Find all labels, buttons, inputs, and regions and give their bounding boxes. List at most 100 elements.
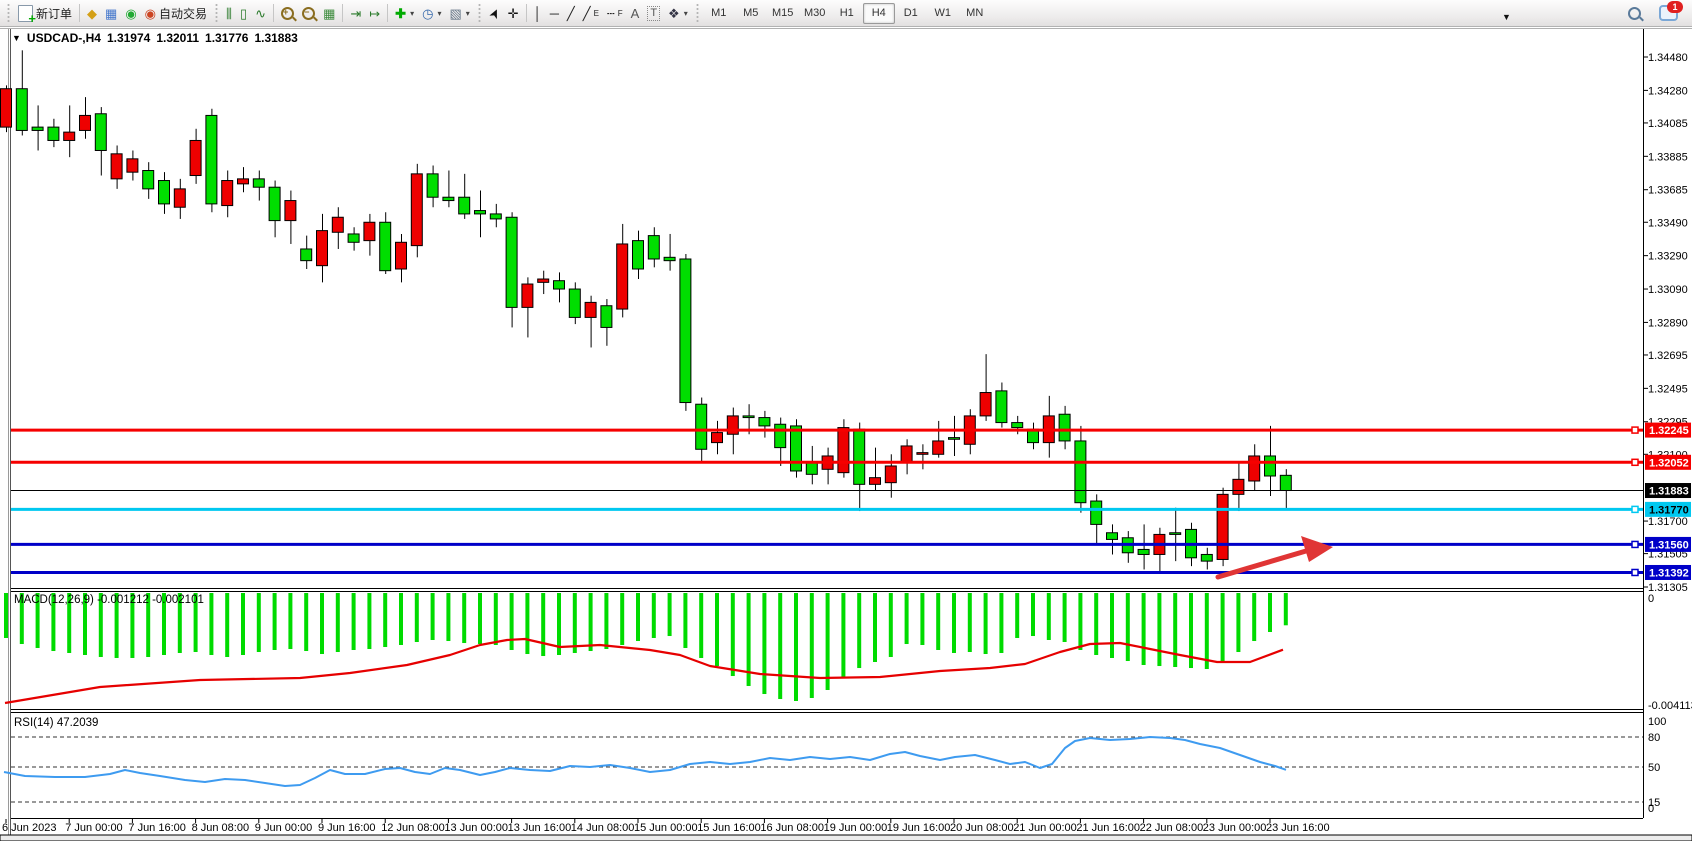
rsi-level-label: 80 xyxy=(1648,732,1660,744)
candle-body xyxy=(1249,456,1260,481)
macd-histogram-bar xyxy=(984,593,988,654)
time-tick-label: 21 Jun 00:00 xyxy=(1013,822,1077,834)
crosshair-button[interactable]: ✛ xyxy=(504,2,523,24)
horizontal-line-button[interactable]: ─ xyxy=(546,2,563,24)
candle-body xyxy=(1265,456,1276,476)
toolbar-overflow-icon[interactable]: ▼ xyxy=(1502,12,1511,22)
candle-body xyxy=(490,214,501,219)
candle-body xyxy=(1280,475,1291,490)
candlestick-icon: ▯ xyxy=(240,7,247,20)
trendline-button[interactable]: ╱ xyxy=(563,2,579,24)
autotrading-label: 自动交易 xyxy=(159,5,207,22)
autotrading-button[interactable]: ◉ 自动交易 xyxy=(141,2,211,24)
new-order-label: 新订单 xyxy=(36,5,72,22)
notification-badge: 1 xyxy=(1667,1,1683,13)
diamond-icon: ◆ xyxy=(87,7,97,20)
time-axis: 6 Jun 20237 Jun 00:007 Jun 16:008 Jun 08… xyxy=(2,819,1330,834)
vertical-line-button[interactable]: │ xyxy=(530,2,546,24)
chart-shift-button[interactable]: ↦ xyxy=(365,2,384,24)
macd-panel[interactable] xyxy=(4,593,1288,703)
line-chart-button[interactable]: ∿ xyxy=(251,2,270,24)
line-handle[interactable] xyxy=(1632,427,1638,433)
toolbar-grip[interactable] xyxy=(214,4,219,22)
zoom-out-button[interactable]: − xyxy=(298,2,319,24)
chevron-down-icon: ▾ xyxy=(437,9,441,18)
price-tick-label: 1.33290 xyxy=(1648,251,1688,263)
candle-body xyxy=(949,438,960,440)
macd-histogram-bar xyxy=(620,593,624,645)
macd-histogram-bar xyxy=(905,593,909,644)
chevron-down-icon: ▾ xyxy=(684,9,688,18)
candle-body xyxy=(1217,494,1228,559)
line-handle[interactable] xyxy=(1632,541,1638,547)
text-button[interactable]: A xyxy=(627,2,644,24)
zoom-in-button[interactable]: + xyxy=(277,2,298,24)
macd-histogram-bar xyxy=(573,593,577,653)
arrows-icon: ❖ xyxy=(668,7,680,20)
timeframe-m15[interactable]: M15 xyxy=(767,3,799,24)
charts-window-button[interactable]: ▦ xyxy=(101,2,121,24)
trend-arrow[interactable] xyxy=(1218,536,1333,577)
candle-body xyxy=(332,217,343,232)
toolbar-grip[interactable] xyxy=(477,4,482,22)
text-label-button[interactable]: T xyxy=(643,2,664,24)
toolbar-grip[interactable] xyxy=(695,4,700,22)
macd-histogram-bar xyxy=(1078,593,1082,650)
macd-histogram-bar xyxy=(1236,593,1240,652)
timeframe-m30[interactable]: M30 xyxy=(799,3,831,24)
timeframe-m1[interactable]: M1 xyxy=(703,3,735,24)
macd-histogram-bar xyxy=(273,593,277,650)
line-handle[interactable] xyxy=(1632,569,1638,575)
macd-histogram-bar xyxy=(288,593,292,649)
clock-icon: ◷ xyxy=(422,7,433,20)
arrows-button[interactable]: ❖▾ xyxy=(664,2,692,24)
timeframe-w1[interactable]: W1 xyxy=(927,3,959,24)
macd-histogram-bar xyxy=(541,593,545,656)
toolbar-grip[interactable] xyxy=(6,4,11,22)
new-order-button[interactable]: 新订单 xyxy=(14,2,76,24)
macd-histogram-bar xyxy=(999,593,1003,653)
macd-histogram-bar xyxy=(257,593,261,652)
macd-histogram-bar xyxy=(778,593,782,699)
candle-body xyxy=(617,244,628,309)
timeframe-d1[interactable]: D1 xyxy=(895,3,927,24)
timeframe-mn[interactable]: MN xyxy=(959,3,991,24)
rsi-panel[interactable] xyxy=(4,737,1286,786)
signals-button[interactable]: ◉ xyxy=(121,2,140,24)
add-indicator-button[interactable]: ✚▾ xyxy=(391,2,418,24)
macd-histogram-bar xyxy=(1268,593,1272,632)
candles-layer[interactable] xyxy=(1,50,1292,571)
periods-button[interactable]: ◷▾ xyxy=(418,2,445,24)
chart-canvas[interactable]: 1.344801.342801.340851.338851.336851.334… xyxy=(0,28,1692,841)
equidistant-channel-button[interactable]: ╱E xyxy=(579,2,603,24)
search-button[interactable] xyxy=(1624,2,1645,24)
cursor-button[interactable]: ➤ xyxy=(485,2,504,24)
bar-chart-button[interactable]: ⫼ xyxy=(222,2,236,24)
line-handle[interactable] xyxy=(1632,459,1638,465)
candle-body xyxy=(538,279,549,282)
candle-body xyxy=(159,181,170,204)
timeframe-h1[interactable]: H1 xyxy=(831,3,863,24)
chevron-down-icon: ▾ xyxy=(410,9,414,18)
macd-histogram-bar xyxy=(1173,593,1177,667)
metaeditor-button[interactable]: ◆ xyxy=(83,2,101,24)
tile-windows-button[interactable]: ▦ xyxy=(319,2,339,24)
toolbar: 新订单 ◆ ▦ ◉ ◉ 自动交易 ⫼ ▯ ∿ + − ▦ ⇥ ↦ ✚▾ ◷▾ ▧… xyxy=(0,0,1692,27)
hline-objects xyxy=(11,427,1643,575)
candlestick-button[interactable]: ▯ xyxy=(236,2,251,24)
candle-body xyxy=(1012,423,1023,428)
time-tick-label: 19 Jun 16:00 xyxy=(887,822,951,834)
bar-chart-icon: ⫼ xyxy=(226,7,232,20)
timeframe-h4[interactable]: H4 xyxy=(863,3,895,24)
templates-button[interactable]: ▧▾ xyxy=(445,2,473,24)
notifications-button[interactable]: 1 xyxy=(1655,2,1682,24)
fibonacci-button[interactable]: ┄F xyxy=(603,2,627,24)
fibonacci-icon: ┄ xyxy=(607,7,615,20)
line-handle[interactable] xyxy=(1632,506,1638,512)
price-tick-label: 1.33685 xyxy=(1648,185,1688,197)
candle-body xyxy=(901,446,912,463)
timeframe-m5[interactable]: M5 xyxy=(735,3,767,24)
auto-scroll-button[interactable]: ⇥ xyxy=(346,2,365,24)
candle-body xyxy=(1107,533,1118,540)
candle-body xyxy=(443,197,454,200)
